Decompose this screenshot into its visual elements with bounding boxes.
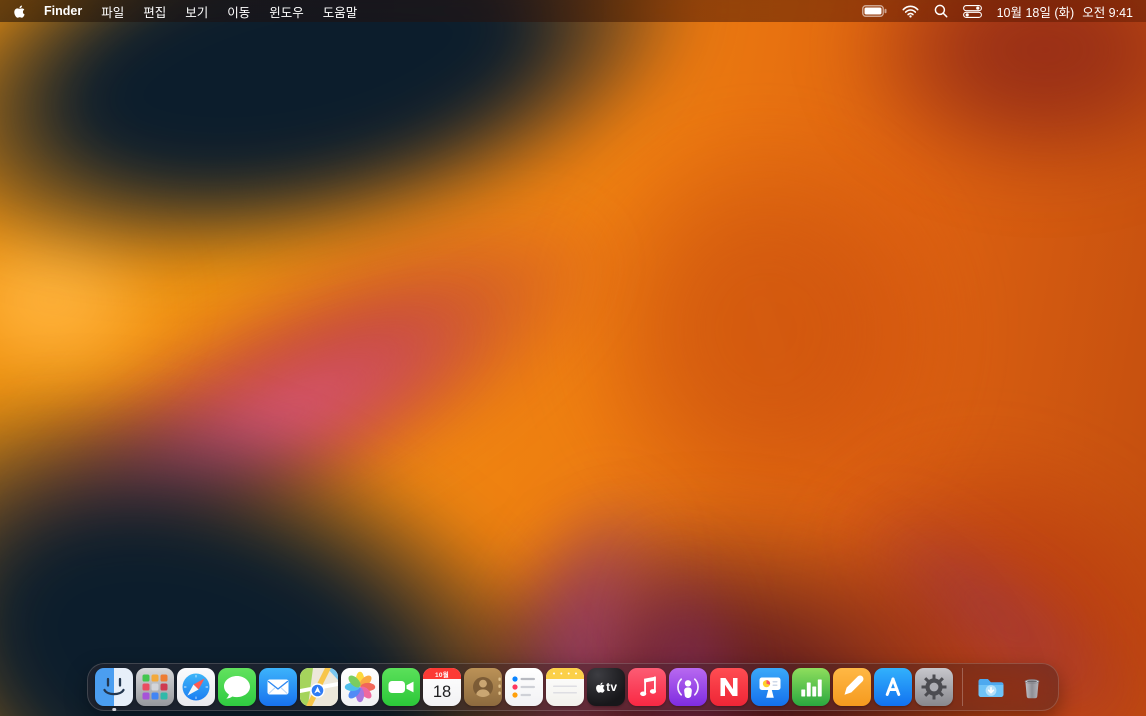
menu-file[interactable]: 파일 [101,2,124,21]
dock-item-calendar[interactable]: 10월 18 [423,668,461,706]
dock-item-finder[interactable] [95,668,133,711]
dock-item-news[interactable] [710,668,748,706]
menu-bar-status: 10월 18일 (화) 오전 9:41 [861,2,1133,21]
safari-icon [177,668,215,706]
podcasts-icon [669,668,707,706]
reminders-icon [505,668,543,706]
dock-item-trash[interactable] [1013,668,1051,706]
dock-item-maps[interactable] [300,668,338,706]
news-icon [710,668,748,706]
calendar-month-text: 10월 [423,668,461,679]
pages-icon [833,668,871,706]
date-text: 10월 18일 (화) [996,5,1075,20]
finder-icon [95,668,133,706]
control-center-icon[interactable] [962,4,982,18]
music-icon [628,668,666,706]
dock-item-app-store[interactable] [874,668,912,706]
downloads-folder-icon [972,668,1010,706]
wallpaper [0,0,1146,716]
apple-logo-small-icon [595,681,605,693]
dock-separator [962,668,963,706]
keynote-icon [751,668,789,706]
dock-item-contacts[interactable] [464,668,502,706]
trash-icon [1013,668,1051,706]
menu-edit[interactable]: 편집 [143,2,166,21]
dock-item-keynote[interactable] [751,668,789,706]
system-settings-icon [915,668,953,706]
dock-item-tv[interactable]: tv [587,668,625,706]
menu-go[interactable]: 이동 [227,2,250,21]
dock-item-photos[interactable] [341,668,379,706]
time-text: 오전 9:41 [1082,5,1133,20]
dock-item-music[interactable] [628,668,666,706]
menu-help[interactable]: 도움말 [323,2,358,21]
app-store-icon [874,668,912,706]
spotlight-search-icon[interactable] [934,4,948,18]
menu-bar: Finder 파일 편집 보기 이동 윈도우 도움말 10월 18일 (화) 오… [0,0,1146,22]
launchpad-icon [136,668,174,706]
dock-item-reminders[interactable] [505,668,543,706]
dock-item-notes[interactable] [546,668,584,706]
calendar-icon: 10월 18 [423,668,461,706]
dock-item-messages[interactable] [218,668,256,706]
dock-item-podcasts[interactable] [669,668,707,706]
dock-item-system-settings[interactable] [915,668,953,706]
running-indicator [112,707,116,711]
maps-icon [300,668,338,706]
calendar-day-text: 18 [432,682,452,701]
dock-item-launchpad[interactable] [136,668,174,706]
dock-item-downloads[interactable] [972,668,1010,706]
facetime-icon [382,668,420,706]
app-menu-finder[interactable]: Finder [44,4,82,18]
dock-item-numbers[interactable] [792,668,830,706]
numbers-icon [792,668,830,706]
menu-bar-clock[interactable]: 10월 18일 (화) 오전 9:41 [997,2,1133,21]
messages-icon [218,668,256,706]
menu-window[interactable]: 윈도우 [269,2,304,21]
mail-icon [259,668,297,706]
wifi-icon[interactable] [902,4,919,18]
dock-item-pages[interactable] [833,668,871,706]
menu-view[interactable]: 보기 [185,2,208,21]
dock: 10월 18 tv [87,663,1059,711]
battery-icon[interactable] [861,5,887,17]
tv-logo-text: tv [606,680,618,694]
notes-icon [546,668,584,706]
desktop: Finder 파일 편집 보기 이동 윈도우 도움말 10월 18일 (화) 오… [0,0,1146,716]
contacts-icon [464,668,502,706]
dock-item-mail[interactable] [259,668,297,706]
apple-tv-icon: tv [587,668,625,706]
apple-logo-icon[interactable] [13,4,25,18]
photos-icon [341,668,379,706]
dock-item-facetime[interactable] [382,668,420,706]
menu-bar-left: Finder 파일 편집 보기 이동 윈도우 도움말 [13,2,357,21]
dock-item-safari[interactable] [177,668,215,706]
